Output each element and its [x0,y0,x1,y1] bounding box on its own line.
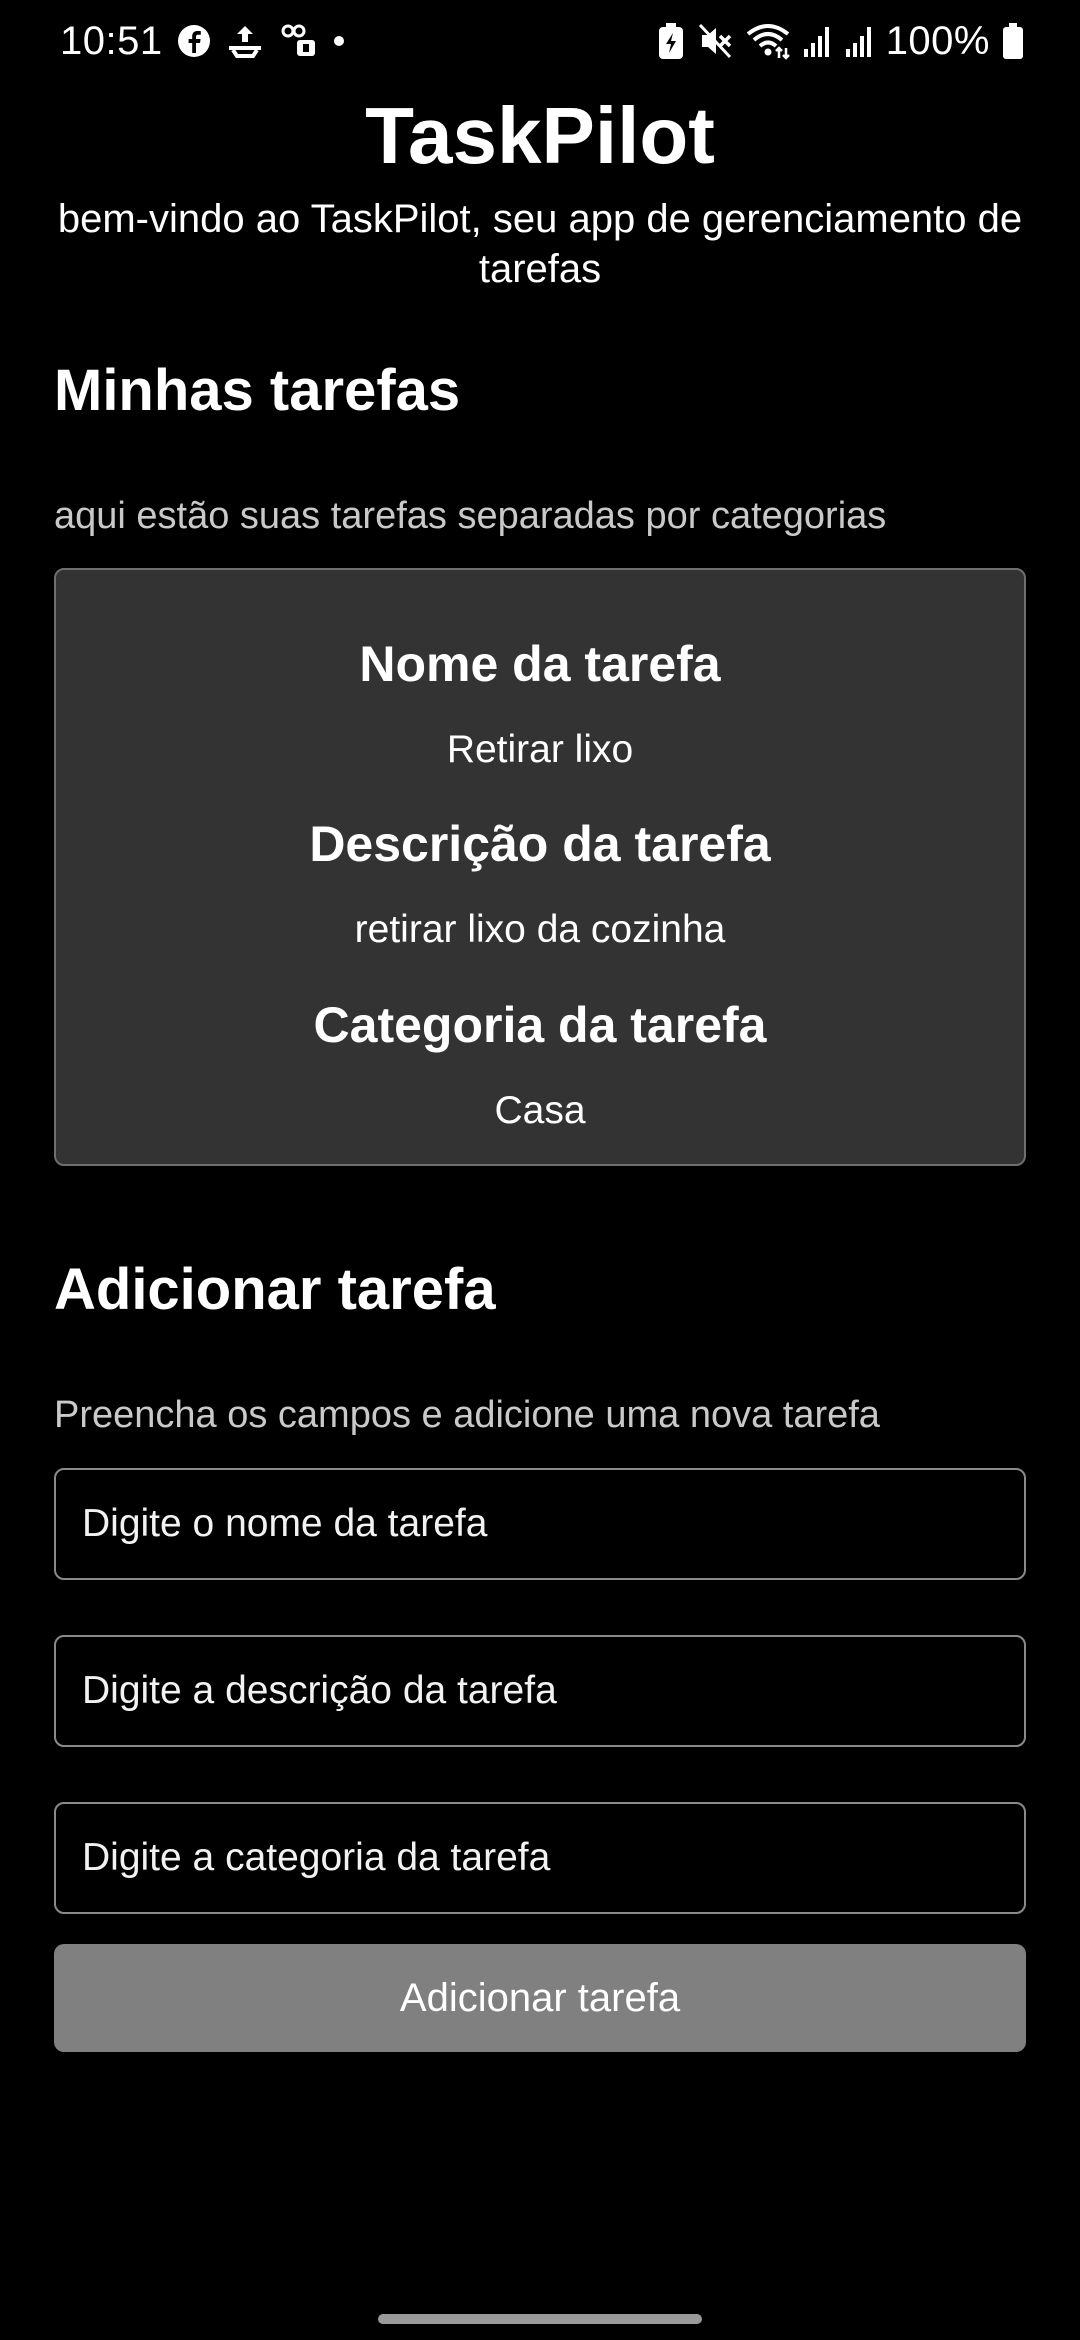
task-category-value: Casa [494,1089,586,1132]
status-bar-right: 100% [656,16,1024,66]
home-indicator[interactable] [378,2314,702,2324]
status-bar: 10:51 100% [0,0,1080,84]
app-subtitle: bem-vindo ao TaskPilot, seu app de geren… [57,197,1023,291]
add-task-heading: Adicionar tarefa [54,1257,496,1322]
task-description-label: Descrição da tarefa [309,816,771,872]
add-task-description: Preencha os campos e adicione uma nova t… [54,1394,880,1436]
my-tasks-description: aqui estão suas tarefas separadas por ca… [54,495,887,537]
dot-icon [333,35,345,47]
battery-saver-icon [656,21,686,61]
task-category-input[interactable] [54,1802,1026,1914]
my-tasks-heading: Minhas tarefas [54,358,461,423]
add-task-button[interactable]: Adicionar tarefa [54,1944,1026,2052]
wifi-icon [746,22,790,60]
task-name-label: Nome da tarefa [359,636,721,692]
mute-icon [698,22,734,60]
battery-icon [1002,22,1024,60]
status-bar-left: 10:51 [60,16,345,66]
task-name-input[interactable] [54,1468,1026,1580]
task-name-value: Retirar lixo [446,728,634,771]
task-card: Nome da tarefa Retirar lixo Descrição da… [54,568,1026,1166]
task-description-value: retirar lixo da cozinha [354,908,726,951]
task-description-input[interactable] [54,1635,1026,1747]
task-category-label: Categoria da tarefa [313,997,767,1053]
status-time: 10:51 [60,18,163,63]
app-notification-icon [279,22,319,60]
app-title: TaskPilot [365,91,715,180]
signal-icon [844,23,874,59]
facebook-icon [177,24,211,58]
upload-notification-icon [225,22,265,60]
signal-icon [802,23,832,59]
battery-percent: 100% [885,18,990,63]
